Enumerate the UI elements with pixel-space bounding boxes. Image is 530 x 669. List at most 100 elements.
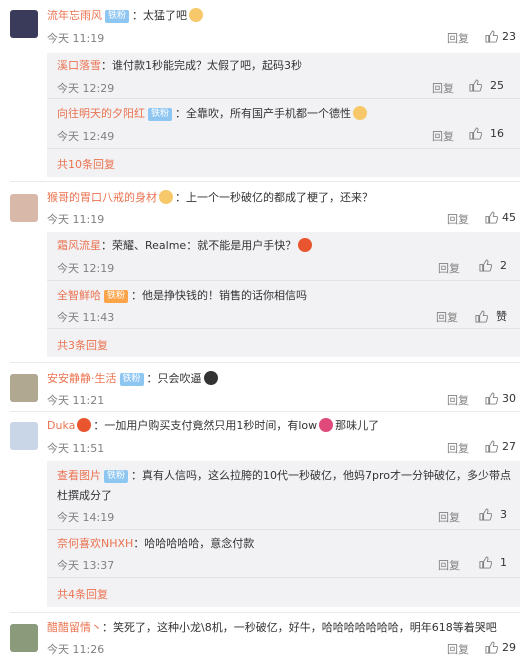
like-count: 29 <box>502 641 516 654</box>
thumbs-up-icon <box>485 392 499 405</box>
reply-line: 溪口落雪：谁付款1秒能完成？太假了吧，起码3秒 <box>57 58 302 73</box>
divider <box>47 328 520 329</box>
timestamp: 今天 11:51 <box>47 442 105 455</box>
like-button[interactable]: 25 <box>469 79 504 92</box>
username[interactable]: 猴哥的胃口八戒的身材 <box>47 191 157 204</box>
like-button[interactable]: 16 <box>469 127 504 140</box>
comment-text: ：太猛了吧 <box>132 9 188 22</box>
like-button[interactable]: 27 <box>485 440 516 453</box>
reply-button[interactable]: 回复 <box>436 309 458 325</box>
username[interactable]: Duka <box>47 419 75 432</box>
username[interactable]: 醋醋留情丶 <box>47 621 102 634</box>
expand-replies-link[interactable]: 共10条回复 <box>57 156 115 172</box>
thumbs-up-icon <box>469 127 483 140</box>
thumbs-up-icon <box>479 556 493 569</box>
expand-replies-link[interactable]: 共4条回复 <box>57 586 108 602</box>
comment-text-tail: 那味儿了 <box>335 419 380 432</box>
timestamp: 今天 11:43 <box>57 311 115 324</box>
timestamp: 今天 11:26 <box>47 643 105 656</box>
like-count: 2 <box>500 259 507 272</box>
reply-line: 奈何喜欢NHXH：哈哈哈哈哈，意念付款 <box>57 536 254 551</box>
thumbs-up-icon <box>479 259 493 272</box>
timestamp: 今天 11:19 <box>47 213 105 226</box>
avatar[interactable] <box>10 10 38 38</box>
reply-button[interactable]: 回复 <box>438 557 460 573</box>
timestamp: 今天 14:19 <box>57 511 115 524</box>
username[interactable]: 安安静静·生活 <box>47 372 117 385</box>
reply-button[interactable]: 回复 <box>447 30 469 46</box>
smile-emoji-icon <box>159 190 173 204</box>
angry-emoji-icon <box>298 238 313 252</box>
username[interactable]: 奈何喜欢NHXH <box>57 537 133 550</box>
divider <box>47 280 520 281</box>
like-button[interactable]: 赞 <box>475 308 507 324</box>
like-button[interactable]: 3 <box>479 508 507 521</box>
like-count: 27 <box>502 440 516 453</box>
reply-button[interactable]: 回复 <box>438 260 460 276</box>
divider <box>47 529 520 530</box>
reply-button[interactable]: 回复 <box>447 392 469 408</box>
comment-line: 流年忘雨风 铁粉 ：太猛了吧 <box>47 8 204 23</box>
reply-button[interactable]: 回复 <box>447 641 469 657</box>
like-button[interactable]: 30 <box>485 392 516 405</box>
reply-button[interactable]: 回复 <box>447 440 469 456</box>
thumbs-up-icon <box>479 508 493 521</box>
username[interactable]: 流年忘雨风 <box>47 9 102 22</box>
reply-text: ：谁付款1秒能完成？太假了吧，起码3秒 <box>101 59 302 72</box>
thumbs-up-icon <box>485 211 499 224</box>
fan-badge: 铁粉 <box>104 290 129 303</box>
thumbs-up-icon <box>485 30 499 43</box>
like-count: 1 <box>500 556 507 569</box>
avatar[interactable] <box>10 624 38 652</box>
like-button[interactable]: 29 <box>485 641 516 654</box>
like-count: 30 <box>502 392 516 405</box>
comment-text: ：一加用户购买支付竟然只用1秒时间，有low <box>93 419 318 432</box>
username[interactable]: 霜风流星 <box>57 239 101 252</box>
thumbs-up-icon <box>469 79 483 92</box>
like-count: 25 <box>490 79 504 92</box>
timestamp: 今天 13:37 <box>57 559 115 572</box>
fan-badge: 铁粉 <box>105 10 130 23</box>
avatar[interactable] <box>10 422 38 450</box>
fan-badge: 铁粉 <box>148 108 173 121</box>
username[interactable]: 全智鲜哈 <box>57 289 101 302</box>
smile-emoji-icon <box>353 106 368 120</box>
like-button[interactable]: 23 <box>485 30 516 43</box>
like-label: 赞 <box>496 310 507 323</box>
comment-line: Duka ：一加用户购买支付竟然只用1秒时间，有low 那味儿了 <box>47 418 379 433</box>
reply-line: 全智鲜哈 铁粉 ：他是挣快钱的！销售的话你相信吗 <box>57 288 307 303</box>
lipstick-emoji-icon <box>319 418 334 432</box>
divider <box>47 98 520 99</box>
username[interactable]: 向往明天的夕阳红 <box>57 107 145 120</box>
timestamp: 今天 11:21 <box>47 394 105 407</box>
reply-button[interactable]: 回复 <box>432 80 454 96</box>
like-button[interactable]: 2 <box>479 259 507 272</box>
reply-text: ：他是挣快钱的！销售的话你相信吗 <box>131 289 308 302</box>
comment-text: ：笑死了，这种小龙\8机，一秒破亿，好牛，哈哈哈哈哈哈哈，明年618等着哭吧 <box>102 621 497 634</box>
username[interactable]: 溪口落雪 <box>57 59 101 72</box>
reply-button[interactable]: 回复 <box>447 211 469 227</box>
timestamp: 今天 11:19 <box>47 32 105 45</box>
like-count: 16 <box>490 127 504 140</box>
expand-replies-link[interactable]: 共3条回复 <box>57 337 108 353</box>
divider <box>10 411 520 412</box>
reply-text: ：全靠吹，所有国产手机都一个德性 <box>175 107 352 120</box>
reply-button[interactable]: 回复 <box>432 128 454 144</box>
divider <box>47 148 520 149</box>
vip-badge-icon <box>77 418 92 432</box>
reply-text-continued: 杜撰成分了 <box>57 489 112 502</box>
fan-badge: 铁粉 <box>104 470 129 483</box>
reply-line: 向往明天的夕阳红 铁粉 ：全靠吹，所有国产手机都一个德性 <box>57 106 368 121</box>
comment-line: 安安静静·生活 铁粉 ：只会吹逼 <box>47 371 218 386</box>
avatar[interactable] <box>10 374 38 402</box>
reply-box: 查看图片 铁粉 ：真有人信吗，这么拉胯的10代一秒破亿，他妈7pro才一分钟破亿，多… <box>47 461 520 607</box>
like-button[interactable]: 45 <box>485 211 516 224</box>
reply-line: 查看图片 铁粉 ：真有人信吗，这么拉胯的10代一秒破亿，他妈7pro才一分钟破亿，多… <box>57 468 511 483</box>
reply-button[interactable]: 回复 <box>438 509 460 525</box>
avatar[interactable] <box>10 194 38 222</box>
fan-badge: 铁粉 <box>119 373 144 386</box>
timestamp: 今天 12:29 <box>57 82 115 95</box>
like-count: 23 <box>502 30 516 43</box>
like-button[interactable]: 1 <box>479 556 507 569</box>
username[interactable]: 查看图片 <box>57 469 101 482</box>
